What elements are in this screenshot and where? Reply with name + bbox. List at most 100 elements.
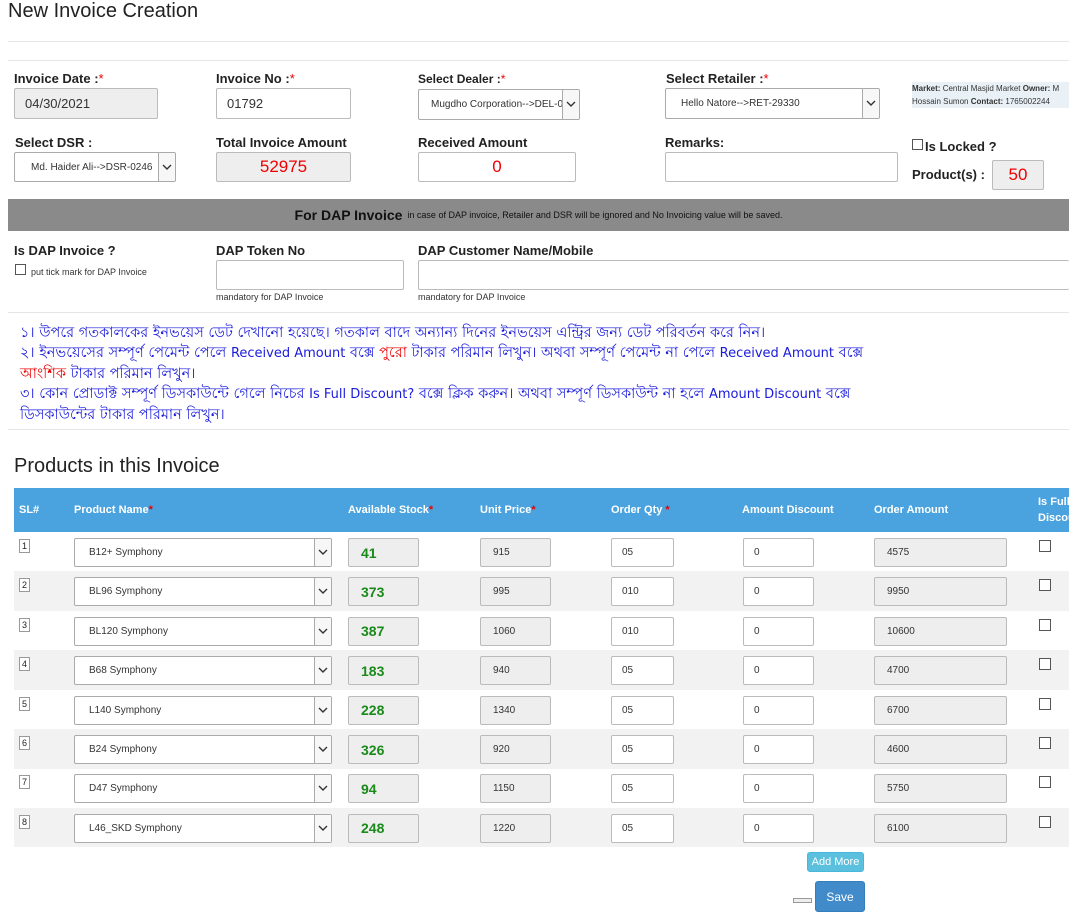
- is-locked-checkbox[interactable]: [912, 139, 923, 150]
- order-amount: 5750: [874, 774, 1007, 804]
- total-amount-label: Total Invoice Amount: [216, 135, 347, 150]
- order-qty-input[interactable]: 05: [611, 735, 674, 764]
- full-discount-checkbox[interactable]: [1039, 618, 1051, 631]
- is-locked-label: Is Locked ?: [925, 139, 997, 154]
- products-section-title: Products in this Invoice: [14, 455, 220, 477]
- product-select[interactable]: B68 Symphony: [74, 656, 332, 686]
- full-discount-checkbox[interactable]: [1039, 737, 1051, 749]
- invoice-no-field[interactable]: 01792: [216, 88, 351, 119]
- order-amount: 4700: [874, 656, 1007, 686]
- product-select[interactable]: L140 Symphony: [74, 695, 332, 725]
- amount-discount-input[interactable]: 0: [743, 813, 814, 843]
- row-serial: 6: [19, 736, 30, 750]
- amount-discount-input[interactable]: 0: [743, 695, 814, 725]
- save-button[interactable]: Save: [815, 881, 865, 912]
- available-stock: 183: [348, 656, 419, 686]
- remarks-label: Remarks:: [665, 135, 725, 150]
- chevron-down-icon: [314, 736, 331, 763]
- is-dap-label: Is DAP Invoice ?: [14, 243, 116, 258]
- dap-token-field[interactable]: [216, 260, 404, 290]
- amount-discount-input[interactable]: 0: [743, 538, 814, 567]
- product-select[interactable]: BL96 Symphony: [74, 577, 332, 607]
- order-qty-input[interactable]: 05: [611, 538, 674, 567]
- chevron-down-icon: [314, 578, 331, 606]
- full-discount-checkbox[interactable]: [1039, 776, 1051, 789]
- order-qty-input[interactable]: 05: [611, 774, 674, 804]
- received-amount-field[interactable]: 0: [418, 152, 576, 182]
- amount-discount-input[interactable]: 0: [743, 735, 814, 764]
- dap-customer-field[interactable]: [418, 260, 1069, 290]
- amount-discount-input[interactable]: 0: [743, 656, 814, 686]
- received-amount-label: Received Amount: [418, 135, 528, 150]
- amount-discount-input[interactable]: 0: [743, 616, 814, 646]
- dap-customer-note: mandatory for DAP Invoice: [418, 292, 526, 302]
- row-serial: 1: [19, 539, 30, 553]
- order-amount: 6100: [874, 813, 1007, 843]
- table-row: 2 BL96 Symphony 373 995 010 0 9950: [14, 571, 1069, 611]
- order-qty-input[interactable]: 010: [611, 577, 674, 607]
- dap-tick-note: put tick mark for DAP Invoice: [31, 267, 147, 277]
- table-row: 7 D47 Symphony 94 1150 05 0 5750: [14, 768, 1069, 808]
- product-select-value: BL96 Symphony: [89, 586, 163, 598]
- unit-price: 940: [480, 656, 551, 686]
- full-discount-checkbox[interactable]: [1039, 697, 1051, 710]
- products-table-header: SL# Product Name * Available Stock * Unit …: [14, 488, 1069, 532]
- col-stock: Available Stock *: [348, 504, 434, 516]
- table-row: 5 L140 Symphony 228 1340 05 0 6700: [14, 690, 1069, 730]
- row-serial: 5: [19, 696, 30, 711]
- is-dap-checkbox[interactable]: [15, 264, 26, 275]
- retailer-info: Market: Central Masjid Market Owner: M H…: [912, 82, 1069, 108]
- order-qty-input[interactable]: 05: [611, 656, 674, 686]
- remarks-field[interactable]: [665, 152, 898, 182]
- add-more-button[interactable]: Add More: [807, 852, 864, 872]
- col-amount: Order Amount: [874, 504, 949, 516]
- retailer-select-value: Hello Natore-->RET-29330: [681, 98, 800, 109]
- instruction-line: ৩। কোন প্রোডাক্ট সম্পূর্ণ ডিসকাউন্টে গেল…: [20, 386, 851, 402]
- chevron-down-icon: [562, 90, 579, 119]
- amount-discount-input[interactable]: 0: [743, 577, 814, 607]
- divider: [8, 60, 1069, 61]
- order-qty-input[interactable]: 010: [611, 616, 674, 646]
- page-title: New Invoice Creation: [8, 0, 199, 22]
- chevron-down-icon: [314, 775, 331, 803]
- available-stock: 41: [348, 538, 419, 567]
- order-qty-input[interactable]: 05: [611, 813, 674, 843]
- full-discount-checkbox[interactable]: [1039, 579, 1051, 592]
- available-stock: 326: [348, 735, 419, 764]
- divider: [8, 429, 1069, 430]
- product-select[interactable]: BL120 Symphony: [74, 616, 332, 646]
- product-select[interactable]: D47 Symphony: [74, 774, 332, 804]
- dsr-select-value: Md. Haider Ali-->DSR-0246: [31, 161, 153, 173]
- dsr-select[interactable]: Md. Haider Ali-->DSR-0246: [14, 152, 176, 182]
- dap-token-note: mandatory for DAP Invoice: [216, 292, 324, 302]
- product-select[interactable]: B24 Symphony: [74, 735, 332, 764]
- full-discount-checkbox[interactable]: [1039, 658, 1051, 671]
- product-select-value: B24 Symphony: [89, 744, 157, 755]
- order-qty-input[interactable]: 05: [611, 695, 674, 725]
- row-serial: 7: [19, 775, 30, 790]
- chevron-down-icon: [314, 696, 331, 724]
- product-select[interactable]: L46_SKD Symphony: [74, 813, 332, 843]
- invoice-date-field[interactable]: 04/30/2021: [14, 88, 158, 119]
- row-serial: 2: [19, 578, 30, 593]
- product-select[interactable]: B12+ Symphony: [74, 538, 332, 567]
- retailer-select[interactable]: Hello Natore-->RET-29330: [665, 88, 880, 119]
- product-select-value: B68 Symphony: [89, 665, 157, 677]
- full-discount-checkbox[interactable]: [1039, 540, 1051, 552]
- instructions: ১। উপরে গতকালকের ইনভয়েস ডেট দেখানো হয়ে…: [20, 323, 920, 425]
- amount-discount-input[interactable]: 0: [743, 774, 814, 804]
- full-discount-checkbox[interactable]: [1039, 815, 1051, 828]
- unit-price: 1150: [480, 774, 551, 804]
- retailer-label: Select Retailer :*: [666, 71, 769, 86]
- available-stock: 387: [348, 616, 419, 646]
- chevron-down-icon: [314, 657, 331, 685]
- table-row: 8 L46_SKD Symphony 248 1220 05 0 6100: [14, 807, 1069, 848]
- unit-price: 915: [480, 538, 551, 567]
- dealer-select[interactable]: Mugdho Corporation-->DEL-01: [418, 89, 580, 120]
- available-stock: 94: [348, 774, 419, 804]
- dap-token-label: DAP Token No: [216, 243, 306, 258]
- product-select-value: BL120 Symphony: [89, 625, 168, 637]
- dealer-select-value: Mugdho Corporation-->DEL-01: [431, 99, 569, 110]
- order-amount: 9950: [874, 577, 1007, 607]
- products-count-label: Product(s) :: [912, 167, 985, 182]
